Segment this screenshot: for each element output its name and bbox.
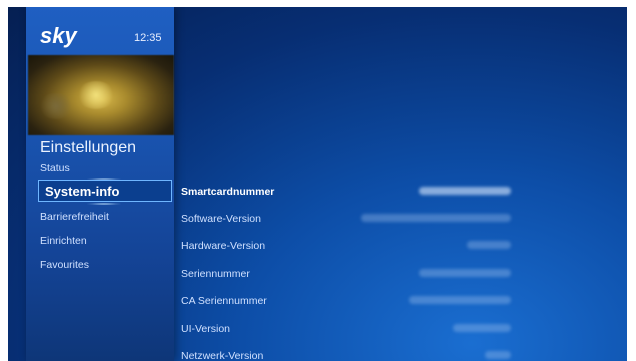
info-label: CA Seriennummer [181,295,267,307]
menu-item-favourites[interactable]: Favourites [40,259,89,271]
menu-item-status[interactable]: Status [40,162,70,174]
info-label: Seriennummer [181,268,250,280]
section-title: Einstellungen [40,139,137,156]
menu-item-system-info[interactable]: System-info [38,180,172,202]
info-row-software-version: Software-Version [181,210,511,230]
menu-item-barrierefreiheit[interactable]: Barrierefreiheit [40,211,109,223]
info-row-hardware-version: Hardware-Version [181,237,511,257]
info-row-seriennummer: Seriennummer [181,265,511,285]
info-label: Netzwerk-Version [181,350,264,361]
info-value [467,241,511,249]
info-label: Hardware-Version [181,240,266,252]
info-value [453,324,511,332]
sidebar: sky 12:35 Einstellungen Status System-in… [26,7,174,361]
info-row-ui-version: UI-Version [181,320,511,340]
menu-item-einrichten[interactable]: Einrichten [40,235,87,247]
sky-logo: sky [40,23,78,48]
info-value [361,214,511,222]
info-label: UI-Version [181,323,231,335]
clock: 12:35 [134,32,162,44]
info-row-ca-seriennummer: CA Seriennummer [181,292,511,312]
info-value [485,351,511,359]
info-label: Smartcardnummer [181,186,275,198]
info-row-smartcardnummer: Smartcardnummer [181,183,511,203]
info-value [419,187,511,195]
tv-screen: sky 12:35 Einstellungen Status System-in… [8,7,627,361]
info-row-netzwerk-version: Netzwerk-Version [181,347,511,361]
live-tv-preview[interactable] [28,55,174,135]
info-label: Software-Version [181,213,261,225]
svg-text:sky: sky [40,23,78,48]
info-value [409,296,511,304]
info-value [419,269,511,277]
